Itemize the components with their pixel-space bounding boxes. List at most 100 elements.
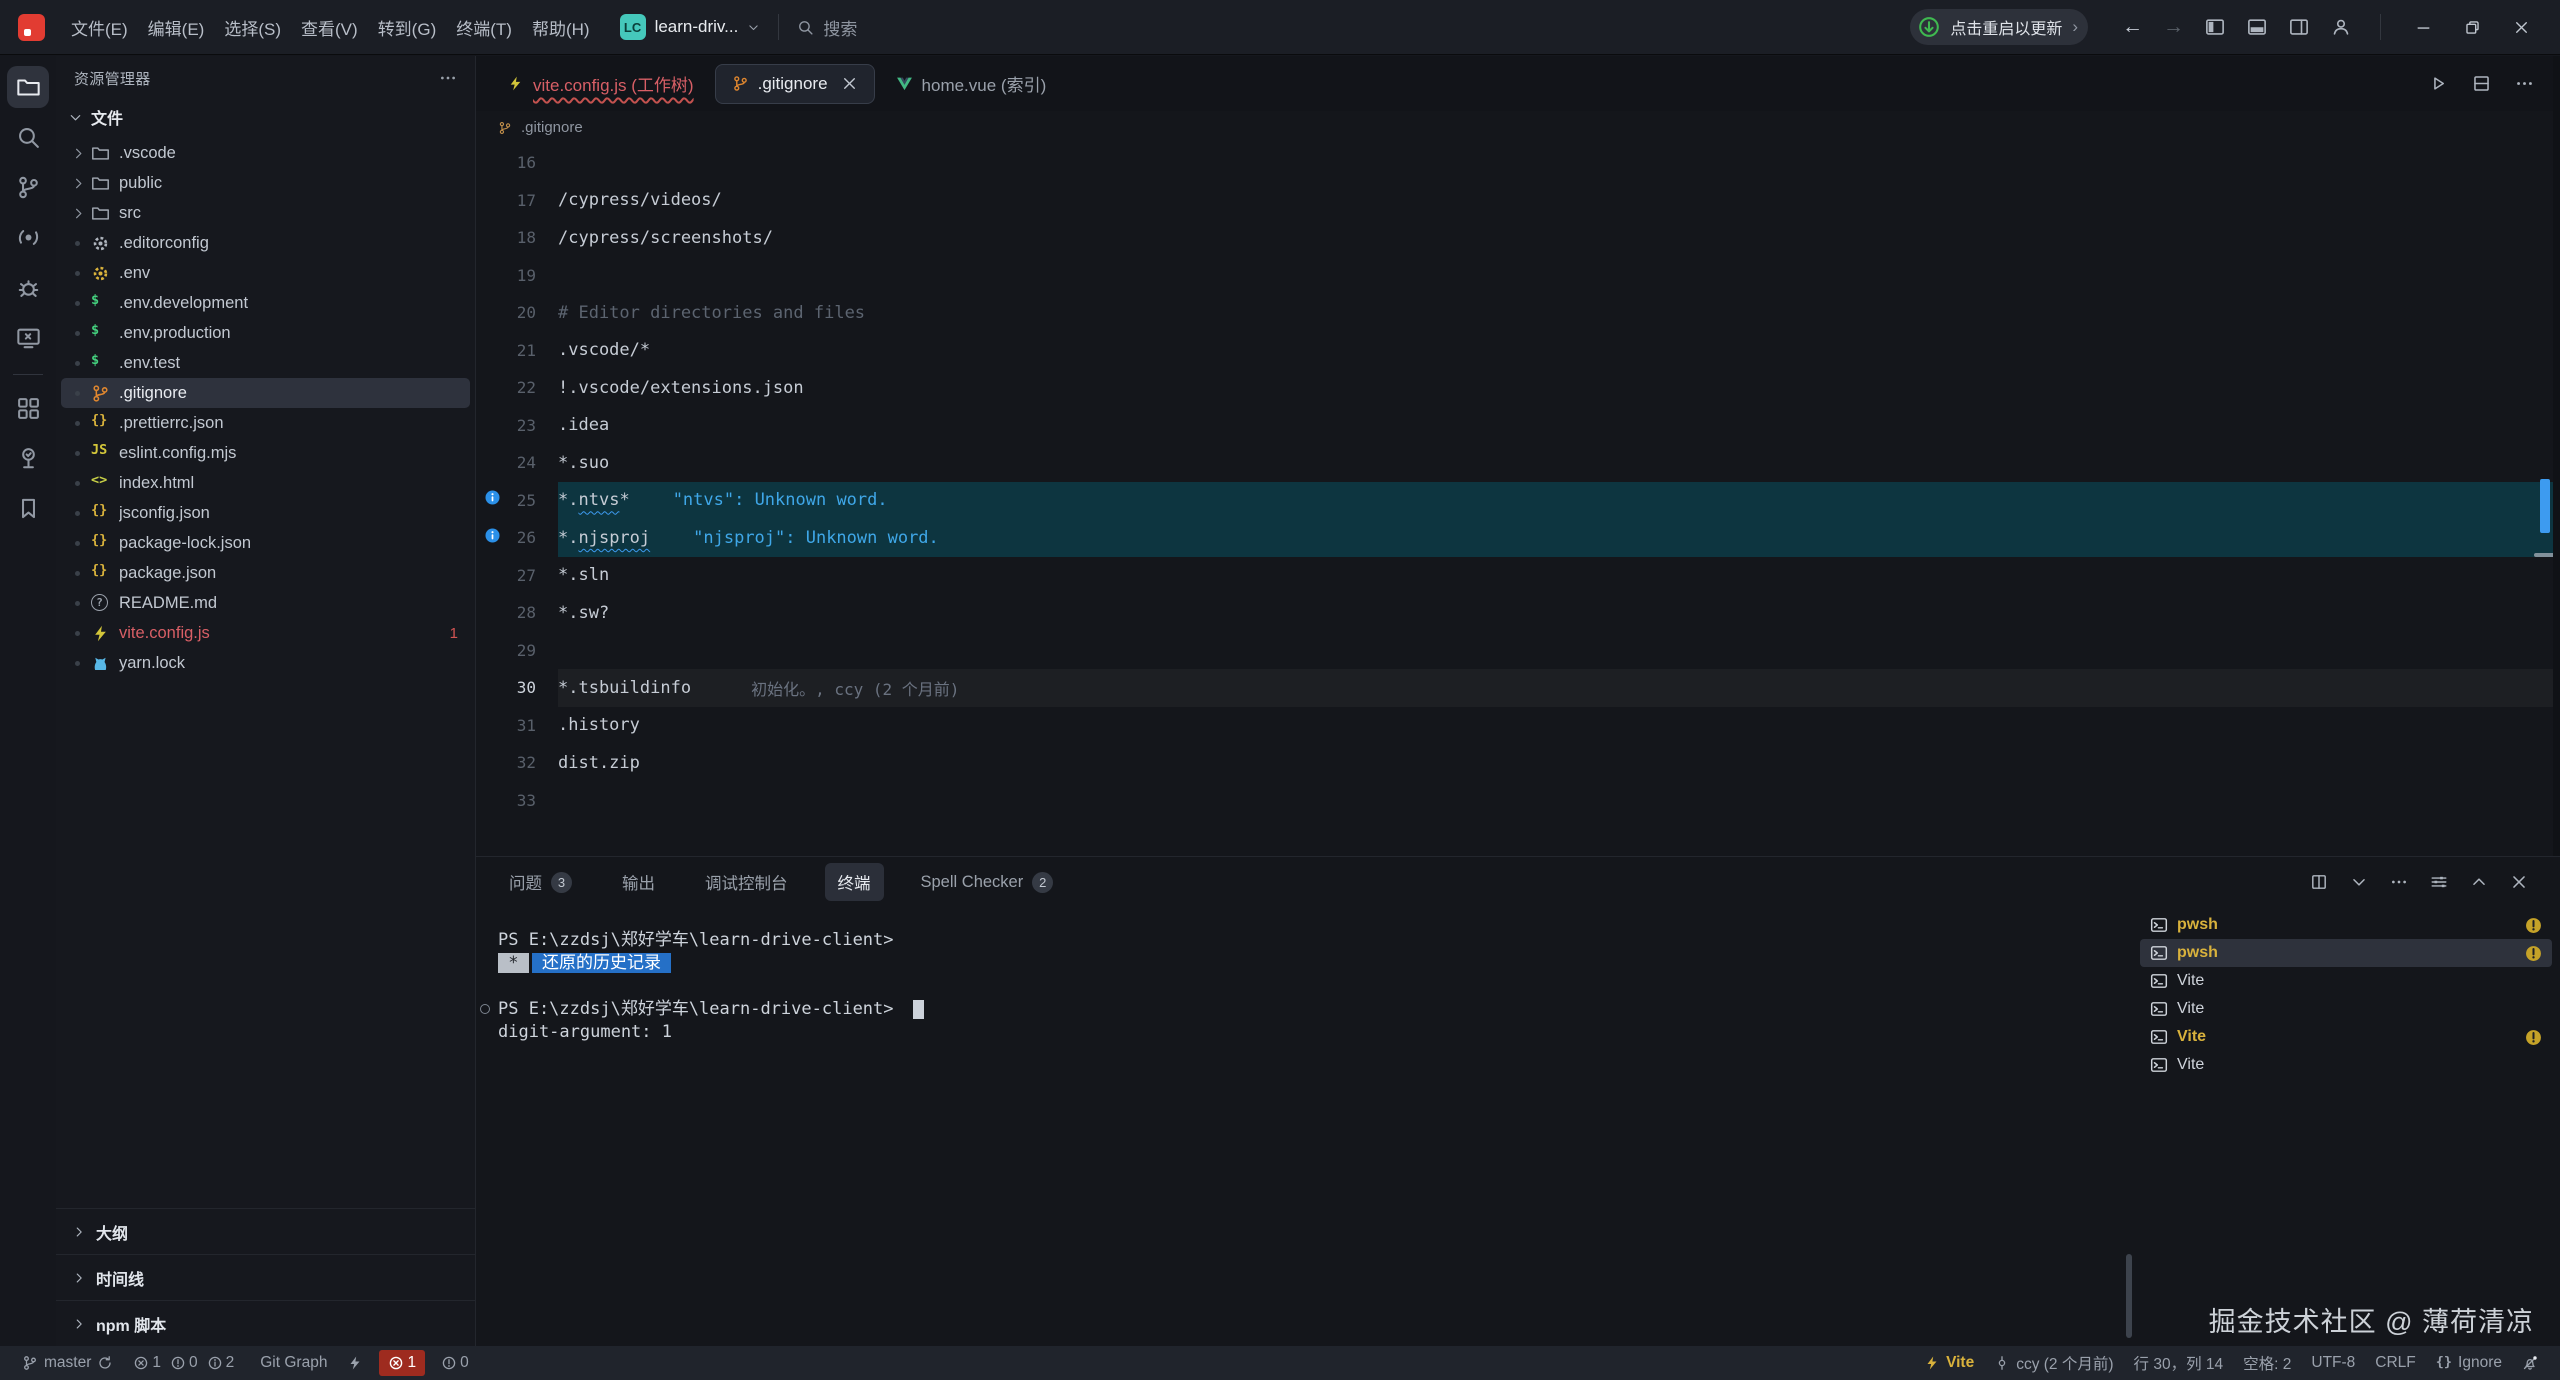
close-tab-icon[interactable] bbox=[841, 75, 858, 92]
menu-item-2[interactable]: 选择(S) bbox=[214, 9, 291, 46]
more-actions-icon[interactable] bbox=[2515, 74, 2534, 93]
file-package-lock.json[interactable]: {} package-lock.json bbox=[61, 528, 470, 558]
menu-item-5[interactable]: 终端(T) bbox=[446, 9, 522, 46]
panel-tab-2[interactable]: 调试控制台 bbox=[692, 863, 801, 901]
forward-button[interactable]: → bbox=[2153, 15, 2194, 39]
toggle-sidebar-icon[interactable] bbox=[2205, 17, 2225, 37]
status-blame[interactable]: ccy (2 个月前) bbox=[1984, 1346, 2123, 1380]
close-button[interactable] bbox=[2513, 19, 2530, 36]
file-yarn.lock[interactable]: yarn.lock bbox=[61, 648, 470, 678]
close-panel-icon[interactable] bbox=[2510, 873, 2528, 891]
file-package.json[interactable]: {} package.json bbox=[61, 558, 470, 588]
file-src[interactable]: src bbox=[61, 198, 470, 228]
editor-line-24[interactable]: 24 *.suo bbox=[476, 444, 2560, 482]
toggle-secondary-sidebar-icon[interactable] bbox=[2289, 17, 2309, 37]
file-.prettierrc.json[interactable]: {} .prettierrc.json bbox=[61, 408, 470, 438]
editor-line-18[interactable]: 18 /cypress/screenshots/ bbox=[476, 219, 2560, 257]
file-.env.development[interactable]: $ .env.development bbox=[61, 288, 470, 318]
panel-tab-1[interactable]: 输出 bbox=[609, 863, 668, 901]
editor-line-30[interactable]: 30 *.tsbuildinfo 初始化。, ccy (2 个月前) bbox=[476, 669, 2560, 707]
split-terminal-icon[interactable] bbox=[2310, 873, 2328, 891]
timeline-section[interactable]: 时间线 bbox=[56, 1254, 475, 1300]
activity-gitlens[interactable] bbox=[7, 216, 49, 258]
run-file-icon[interactable] bbox=[2429, 74, 2448, 93]
panel-tab-3[interactable]: 终端 bbox=[825, 863, 884, 901]
tab-gitignore[interactable]: .gitignore bbox=[715, 64, 875, 104]
editor-line-27[interactable]: 27 *.sln bbox=[476, 557, 2560, 595]
editor-line-32[interactable]: 32 dist.zip bbox=[476, 744, 2560, 782]
activity-bookmarks[interactable] bbox=[7, 487, 49, 529]
more-actions-icon[interactable] bbox=[439, 69, 457, 87]
status-warning-lens[interactable]: 0 bbox=[431, 1346, 479, 1380]
terminal-item-4[interactable]: Vite bbox=[2140, 1023, 2552, 1051]
status-problems[interactable]: 1 0 2 bbox=[123, 1346, 250, 1380]
status-indentation[interactable]: 空格: 2 bbox=[2233, 1346, 2301, 1380]
activity-remote[interactable] bbox=[7, 316, 49, 358]
restart-update-button[interactable]: 点击重启以更新 › bbox=[1910, 9, 2088, 45]
menu-item-0[interactable]: 文件(E) bbox=[61, 9, 138, 46]
more-actions-icon[interactable] bbox=[2390, 873, 2408, 891]
search-input[interactable]: 搜索 bbox=[797, 15, 857, 40]
terminal-item-2[interactable]: Vite bbox=[2140, 967, 2552, 995]
editor-line-19[interactable]: 19 bbox=[476, 257, 2560, 295]
terminal-item-0[interactable]: pwsh bbox=[2140, 911, 2552, 939]
tab-home-vue[interactable]: home.vue (索引) bbox=[879, 64, 1064, 104]
activity-source-control[interactable] bbox=[7, 166, 49, 208]
menu-item-1[interactable]: 编辑(E) bbox=[138, 9, 215, 46]
panel-scrollbar[interactable] bbox=[2126, 1254, 2132, 1338]
npm-scripts-section[interactable]: npm 脚本 bbox=[56, 1300, 475, 1346]
terminal-output[interactable]: PS E:\zzdsj\郑好学车\learn-drive-client> * 还… bbox=[498, 929, 2120, 1044]
status-git-graph[interactable]: Git Graph bbox=[250, 1346, 337, 1380]
file-vite.config.js[interactable]: vite.config.js 1 bbox=[61, 618, 470, 648]
activity-search[interactable] bbox=[7, 116, 49, 158]
editor-line-28[interactable]: 28 *.sw? bbox=[476, 594, 2560, 632]
files-section-header[interactable]: 文件 bbox=[56, 100, 475, 134]
project-switcher[interactable]: LC learn-driv... bbox=[620, 14, 761, 40]
editor-line-21[interactable]: 21 .vscode/* bbox=[476, 332, 2560, 370]
terminal-item-1[interactable]: pwsh bbox=[2140, 939, 2552, 967]
file-.vscode[interactable]: .vscode bbox=[61, 138, 470, 168]
editor-line-25[interactable]: 25 *.ntvs* "ntvs": Unknown word. bbox=[476, 482, 2560, 520]
activity-testing[interactable] bbox=[7, 437, 49, 479]
launch-profile-icon[interactable] bbox=[2350, 873, 2368, 891]
back-button[interactable]: ← bbox=[2112, 15, 2153, 39]
panel-tab-4[interactable]: Spell Checker 2 bbox=[908, 865, 1067, 900]
editor-line-29[interactable]: 29 bbox=[476, 632, 2560, 670]
minimize-button[interactable] bbox=[2415, 19, 2432, 36]
file-.env[interactable]: .env bbox=[61, 258, 470, 288]
file-eslint.config.mjs[interactable]: JS eslint.config.mjs bbox=[61, 438, 470, 468]
editor-line-23[interactable]: 23 .idea bbox=[476, 407, 2560, 445]
terminal-item-5[interactable]: Vite bbox=[2140, 1051, 2552, 1079]
restore-button[interactable] bbox=[2464, 19, 2481, 36]
filter-icon[interactable] bbox=[2430, 873, 2448, 891]
editor-line-31[interactable]: 31 .history bbox=[476, 707, 2560, 745]
split-editor-icon[interactable] bbox=[2472, 74, 2491, 93]
file-public[interactable]: public bbox=[61, 168, 470, 198]
editor-line-17[interactable]: 17 /cypress/videos/ bbox=[476, 182, 2560, 220]
code-editor[interactable]: 16 17 /cypress/videos/ 18 /cypress/scree… bbox=[476, 144, 2560, 822]
file-.editorconfig[interactable]: .editorconfig bbox=[61, 228, 470, 258]
status-encoding[interactable]: UTF-8 bbox=[2301, 1346, 2365, 1380]
status-eol[interactable]: CRLF bbox=[2365, 1346, 2425, 1380]
file-README.md[interactable]: ? README.md bbox=[61, 588, 470, 618]
status-branch[interactable]: master bbox=[12, 1346, 123, 1380]
file-.gitignore[interactable]: .gitignore bbox=[61, 378, 470, 408]
toggle-panel-icon[interactable] bbox=[2247, 17, 2267, 37]
command-decoration[interactable] bbox=[480, 1004, 490, 1014]
tab-vite-config-js[interactable]: vite.config.js (工作树) bbox=[490, 64, 711, 104]
menu-item-4[interactable]: 转到(G) bbox=[368, 9, 447, 46]
status-language-mode[interactable]: {} Ignore bbox=[2426, 1346, 2512, 1380]
status-bolt[interactable] bbox=[337, 1346, 373, 1380]
status-error-lens[interactable]: 1 bbox=[379, 1350, 425, 1376]
editor-line-26[interactable]: 26 *.njsproj "njsproj": Unknown word. bbox=[476, 519, 2560, 557]
status-cursor-position[interactable]: 行 30，列 14 bbox=[2124, 1346, 2234, 1380]
activity-debug[interactable] bbox=[7, 266, 49, 308]
editor-line-16[interactable]: 16 bbox=[476, 144, 2560, 182]
file-.env.production[interactable]: $ .env.production bbox=[61, 318, 470, 348]
editor-line-33[interactable]: 33 bbox=[476, 782, 2560, 820]
maximize-panel-icon[interactable] bbox=[2470, 873, 2488, 891]
outline-section[interactable]: 大纲 bbox=[56, 1208, 475, 1254]
breadcrumb[interactable]: .gitignore bbox=[476, 111, 2560, 144]
file-jsconfig.json[interactable]: {} jsconfig.json bbox=[61, 498, 470, 528]
editor-line-20[interactable]: 20 # Editor directories and files bbox=[476, 294, 2560, 332]
